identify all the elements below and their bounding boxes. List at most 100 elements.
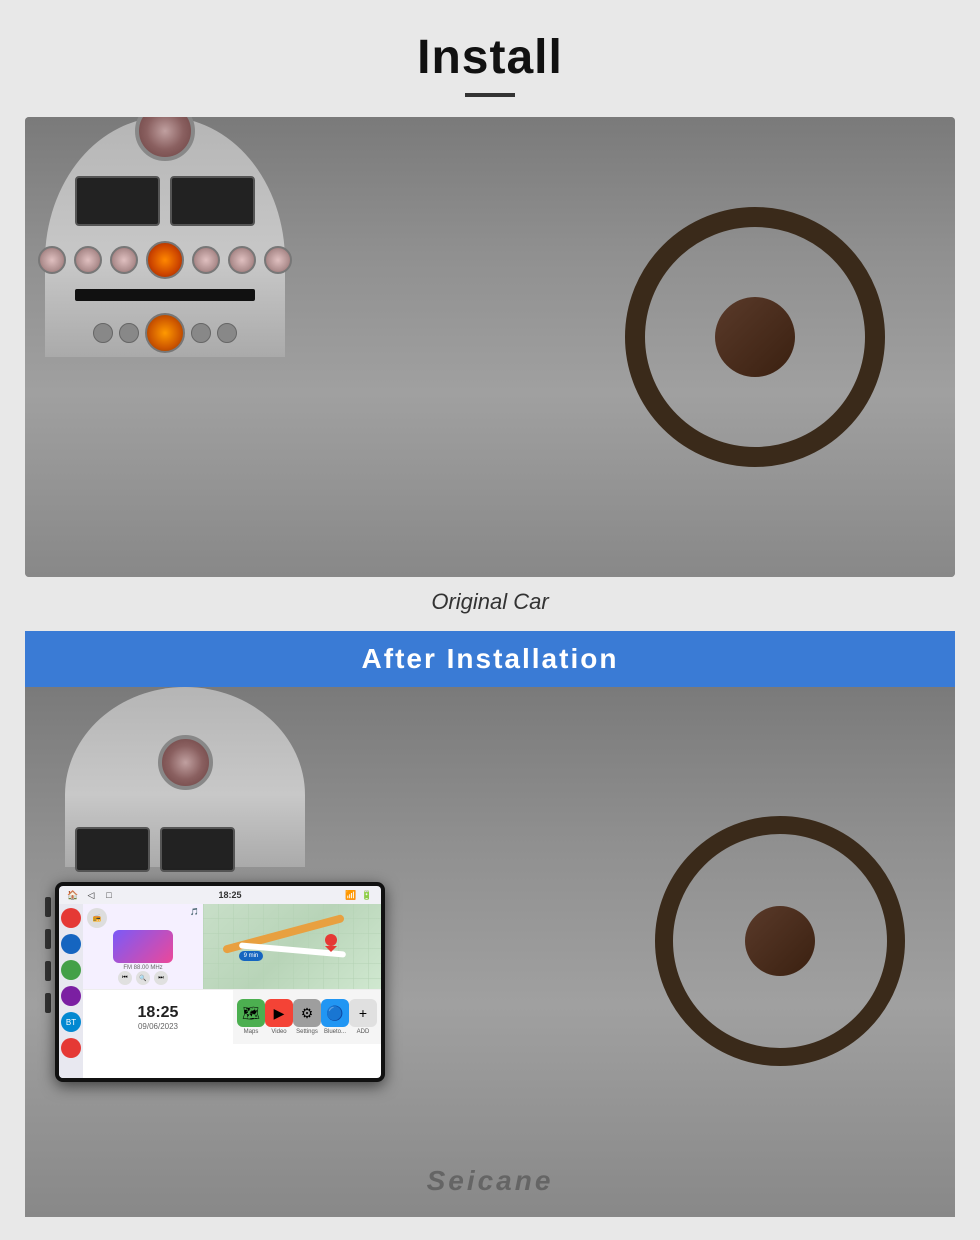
screen-main-content: BT 📻 🎵 xyxy=(59,904,381,1078)
after-vent-right xyxy=(160,827,235,872)
screen-status-icons: 📶 🔋 xyxy=(345,889,373,901)
screen-content-area: 📻 🎵 FM 88.00 MHz ⏮ 🔍 ⏭ xyxy=(83,904,381,1078)
ctrl-btn-2 xyxy=(74,246,102,274)
page-title: Install xyxy=(417,30,563,85)
ctrl-btn-center xyxy=(146,241,184,279)
side-btn-2 xyxy=(45,929,51,949)
ctrl-btn-4 xyxy=(192,246,220,274)
signal-icon: 📶 xyxy=(345,889,357,901)
back-icon: ◁ xyxy=(85,889,97,901)
left-panel-icon-3 xyxy=(61,960,81,980)
ctrl-btn-1 xyxy=(38,246,66,274)
after-vent-left xyxy=(75,827,150,872)
after-dashboard: 🏠 ◁ □ 18:25 📶 🔋 xyxy=(25,687,955,1217)
left-panel-icon-1 xyxy=(61,908,81,928)
after-installation-banner: After Installation xyxy=(25,631,955,687)
app-maps[interactable]: 🗺 Maps xyxy=(237,999,265,1035)
recent-icon: □ xyxy=(103,889,115,901)
screen-inner: 🏠 ◁ □ 18:25 📶 🔋 xyxy=(59,886,381,1078)
app-settings[interactable]: ⚙ Settings xyxy=(293,999,321,1035)
media-panel: 📻 🎵 FM 88.00 MHz ⏮ 🔍 ⏭ xyxy=(83,904,203,989)
dash-arch xyxy=(45,117,285,357)
bluetooth-app-label: Blueto... xyxy=(324,1029,346,1035)
next-btn[interactable]: ⏭ xyxy=(154,971,168,985)
pin-circle xyxy=(325,934,337,946)
battery-icon: 🔋 xyxy=(361,889,373,901)
settings-app-icon[interactable]: ⚙ xyxy=(293,999,321,1027)
screen-time-widget: 18:25 09/06/2023 xyxy=(83,989,233,1044)
app-bluetooth[interactable]: 🔵 Blueto... xyxy=(321,999,349,1035)
add-app-label: ADD xyxy=(357,1029,370,1035)
screen-nav-icons: 🏠 ◁ □ xyxy=(67,889,115,901)
small-btn-4 xyxy=(217,323,237,343)
after-sw-outer xyxy=(655,816,905,1066)
after-installation-label: After Installation xyxy=(362,643,619,675)
small-btn-3 xyxy=(191,323,211,343)
app-video[interactable]: ▶ Video xyxy=(265,999,293,1035)
after-vents-row xyxy=(75,827,235,872)
ctrl-btn-6 xyxy=(264,246,292,274)
vent-left xyxy=(75,176,160,226)
maps-app-icon[interactable]: 🗺 xyxy=(237,999,265,1027)
add-app-icon[interactable]: + xyxy=(349,999,377,1027)
screen-status-bar: 🏠 ◁ □ 18:25 📶 🔋 xyxy=(59,886,381,904)
app-add[interactable]: + ADD xyxy=(349,999,377,1035)
after-car-photo: 🏠 ◁ □ 18:25 📶 🔋 xyxy=(25,687,955,1217)
bottom-clock: 18:25 xyxy=(138,1004,179,1022)
small-btn-2 xyxy=(119,323,139,343)
screen-clock: 18:25 xyxy=(218,890,241,900)
left-panel-icon-bt: BT xyxy=(61,1012,81,1032)
screen-left-panel: BT xyxy=(59,904,83,1078)
screen-bottom-row: 18:25 09/06/2023 🗺 Maps ▶ xyxy=(83,989,381,1044)
radio-icon: 📻 xyxy=(87,908,107,928)
sw-outer xyxy=(625,207,885,467)
bottom-knob xyxy=(145,313,185,353)
pin-point xyxy=(325,946,337,952)
map-panel: 9 min xyxy=(203,904,381,989)
maps-app-label: Maps xyxy=(244,1029,259,1035)
video-app-label: Video xyxy=(271,1029,286,1035)
left-panel-icon-4 xyxy=(61,986,81,1006)
bottom-controls xyxy=(93,313,237,353)
after-knob-top xyxy=(158,735,213,790)
original-car-photo xyxy=(25,117,955,577)
side-btn-3 xyxy=(45,961,51,981)
left-panel-icon-5 xyxy=(61,1038,81,1058)
side-btn-1 xyxy=(45,897,51,917)
small-btn-1 xyxy=(93,323,113,343)
after-steering-wheel xyxy=(655,816,905,1066)
brand-watermark: Seicane xyxy=(427,1165,554,1197)
search-btn[interactable]: 🔍 xyxy=(136,971,150,985)
dashboard-original xyxy=(25,117,955,577)
home-icon: 🏠 xyxy=(67,889,79,901)
bluetooth-app-icon[interactable]: 🔵 xyxy=(321,999,349,1027)
media-controls: ⏮ 🔍 ⏭ xyxy=(87,971,199,985)
bottom-date: 09/06/2023 xyxy=(138,1022,178,1031)
side-btn-4 xyxy=(45,993,51,1013)
knob-top xyxy=(135,117,195,161)
vents-row xyxy=(75,176,255,226)
sw-center xyxy=(715,297,795,377)
prev-btn[interactable]: ⏮ xyxy=(118,971,132,985)
after-installation-section: After Installation xyxy=(25,631,955,1217)
after-sw-center xyxy=(745,906,815,976)
music-visual xyxy=(113,930,173,963)
steering-wheel xyxy=(625,207,905,487)
title-underline xyxy=(465,93,515,97)
original-car-image-container xyxy=(25,117,955,577)
android-head-unit-screen[interactable]: 🏠 ◁ □ 18:25 📶 🔋 xyxy=(55,882,385,1082)
app-grid: 🗺 Maps ▶ Video ⚙ Settin xyxy=(233,989,381,1044)
screen-side-buttons xyxy=(45,897,51,1013)
map-eta-bubble: 9 min xyxy=(239,951,264,961)
original-car-label: Original Car xyxy=(431,589,548,615)
video-app-icon[interactable]: ▶ xyxy=(265,999,293,1027)
map-background: 9 min xyxy=(203,904,381,989)
ctrl-btn-5 xyxy=(228,246,256,274)
settings-app-label: Settings xyxy=(296,1029,318,1035)
ctrl-btn-3 xyxy=(110,246,138,274)
screen-top-row: 📻 🎵 FM 88.00 MHz ⏮ 🔍 ⏭ xyxy=(83,904,381,989)
left-panel-icon-2 xyxy=(61,934,81,954)
vent-right xyxy=(170,176,255,226)
media-top: 📻 🎵 xyxy=(87,908,199,928)
map-pin xyxy=(325,934,337,950)
